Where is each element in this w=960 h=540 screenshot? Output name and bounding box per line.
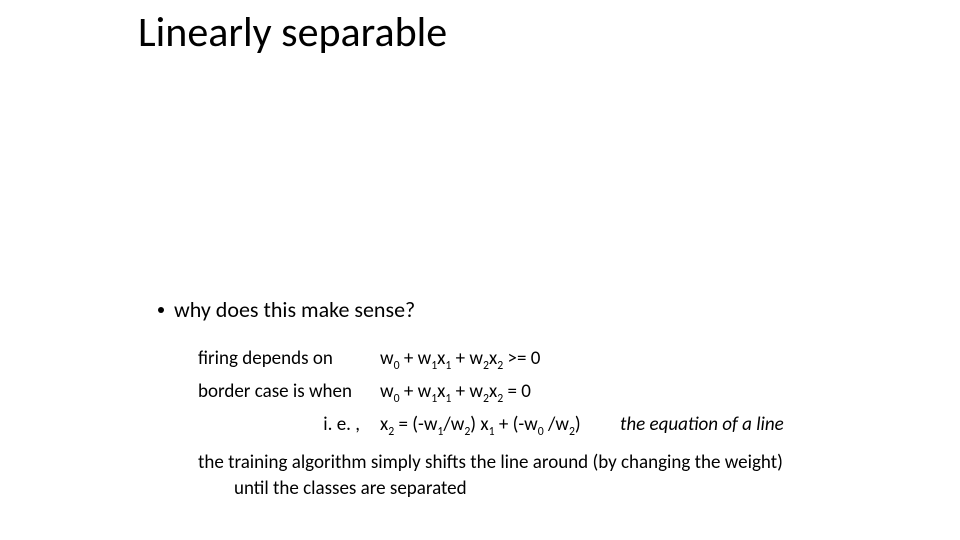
cell-r1c3 <box>620 346 840 379</box>
bullet-dot-icon <box>158 307 164 313</box>
cell-r3c3: the equation of a line <box>620 412 840 445</box>
slide: Linearly separable why does this make se… <box>0 0 960 540</box>
equation-table: firing depends on w0 + w1x1 + w2x2 >= 0 … <box>198 346 840 444</box>
cell-r2c3 <box>620 379 840 412</box>
bullet-line: why does this make sense? <box>158 296 415 323</box>
cell-r1c2: w0 + w1x1 + w2x2 >= 0 <box>380 346 620 379</box>
bullet-text: why does this make sense? <box>174 296 415 323</box>
cell-r2c2: w0 + w1x1 + w2x2 = 0 <box>380 379 620 412</box>
slide-title: Linearly separable <box>138 10 447 56</box>
cell-r3c2: x2 = (-w1/w2) x1 + (-w0 /w2) <box>380 412 620 445</box>
table-row: i. e. , x2 = (-w1/w2) x1 + (-w0 /w2) the… <box>198 412 840 445</box>
conclusion-text: the training algorithm simply shifts the… <box>198 450 814 502</box>
table-row: firing depends on w0 + w1x1 + w2x2 >= 0 <box>198 346 840 379</box>
cell-r2c1: border case is when <box>198 379 380 412</box>
cell-r3c1: i. e. , <box>198 412 380 445</box>
cell-r1c1: firing depends on <box>198 346 380 379</box>
table-row: border case is when w0 + w1x1 + w2x2 = 0 <box>198 379 840 412</box>
